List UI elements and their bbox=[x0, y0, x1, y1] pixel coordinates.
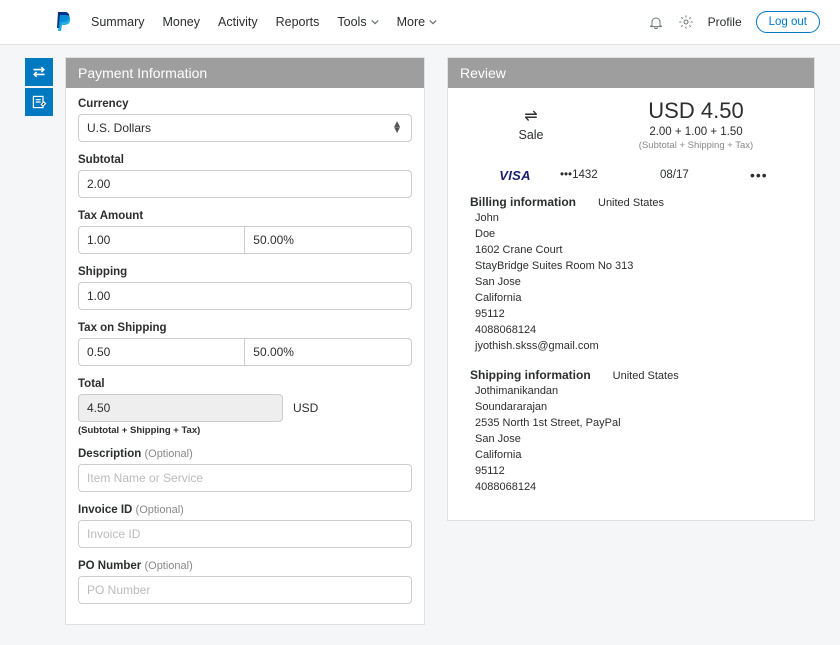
transfer-icon: ⇌ bbox=[466, 106, 596, 126]
nav-money[interactable]: Money bbox=[162, 15, 200, 29]
total-label: Total bbox=[78, 378, 412, 390]
review-title: Review bbox=[448, 58, 814, 88]
invoice-input[interactable] bbox=[78, 520, 412, 548]
logout-button[interactable]: Log out bbox=[756, 11, 820, 33]
nav-summary[interactable]: Summary bbox=[91, 15, 144, 29]
gear-icon[interactable] bbox=[678, 14, 694, 30]
po-input[interactable] bbox=[78, 576, 412, 604]
visa-logo-icon: VISA bbox=[470, 168, 560, 183]
panel-title: Payment Information bbox=[66, 58, 424, 88]
shipping-line: 95112 bbox=[470, 464, 792, 480]
nav-right: Profile Log out bbox=[648, 11, 820, 33]
billing-line: jyothish.skss@gmail.com bbox=[470, 339, 792, 355]
shipping-line: Soundararajan bbox=[470, 400, 792, 416]
review-panel: Review ⇌ Sale USD 4.50 2.00 + 1.00 + 1.5… bbox=[447, 57, 815, 521]
side-tool-transfer[interactable] bbox=[25, 58, 53, 86]
po-label: PO Number (Optional) bbox=[78, 560, 412, 572]
billing-line: StayBridge Suites Room No 313 bbox=[470, 259, 792, 275]
billing-country: United States bbox=[598, 197, 664, 209]
ship-tax-label: Tax on Shipping bbox=[78, 322, 412, 334]
nav-links: Summary Money Activity Reports Tools Mor… bbox=[91, 15, 437, 29]
billing-info: Billing information United States John D… bbox=[448, 193, 814, 358]
card-expiry: 08/17 bbox=[660, 169, 750, 181]
shipping-line: 2535 North 1st Street, PayPal bbox=[470, 416, 792, 432]
total-note: (Subtotal + Shipping + Tax) bbox=[78, 425, 412, 436]
shipping-country: United States bbox=[613, 370, 679, 382]
description-input[interactable] bbox=[78, 464, 412, 492]
subtotal-input[interactable] bbox=[78, 170, 412, 198]
chevron-down-icon bbox=[429, 18, 437, 26]
nav-activity[interactable]: Activity bbox=[218, 15, 258, 29]
billing-line: San Jose bbox=[470, 275, 792, 291]
shipping-input[interactable] bbox=[78, 282, 412, 310]
review-total: USD 4.50 bbox=[596, 98, 796, 124]
invoice-label: Invoice ID (Optional) bbox=[78, 504, 412, 516]
nav-reports[interactable]: Reports bbox=[276, 15, 320, 29]
shipping-info-title: Shipping information bbox=[470, 368, 591, 382]
subtotal-label: Subtotal bbox=[78, 154, 412, 166]
total-currency: USD bbox=[293, 401, 318, 415]
tax-percent-input[interactable] bbox=[245, 226, 412, 254]
nav-more[interactable]: More bbox=[397, 15, 437, 29]
card-last4: •••1432 bbox=[560, 169, 660, 181]
review-breakdown: 2.00 + 1.00 + 1.50 bbox=[596, 126, 796, 138]
tax-amount-input[interactable] bbox=[78, 226, 245, 254]
billing-line: 4088068124 bbox=[470, 323, 792, 339]
billing-line: 1602 Crane Court bbox=[470, 243, 792, 259]
review-breakdown-note: (Subtotal + Shipping + Tax) bbox=[596, 140, 796, 151]
payment-info-panel: Payment Information Currency U.S. Dollar… bbox=[65, 57, 425, 625]
card-row: VISA •••1432 08/17 ••• bbox=[448, 165, 814, 193]
billing-line: 95112 bbox=[470, 307, 792, 323]
nav-tools[interactable]: Tools bbox=[337, 15, 378, 29]
card-menu-icon[interactable]: ••• bbox=[750, 167, 790, 183]
side-tools bbox=[25, 58, 53, 118]
side-tool-form[interactable] bbox=[25, 88, 53, 116]
currency-label: Currency bbox=[78, 98, 412, 110]
currency-select[interactable]: U.S. Dollars bbox=[78, 114, 412, 142]
shipping-line: 4088068124 bbox=[470, 480, 792, 496]
shipping-line: San Jose bbox=[470, 432, 792, 448]
ship-tax-percent-input[interactable] bbox=[245, 338, 412, 366]
top-nav: Summary Money Activity Reports Tools Mor… bbox=[0, 0, 840, 45]
shipping-line: California bbox=[470, 448, 792, 464]
chevron-down-icon bbox=[371, 18, 379, 26]
ship-tax-amount-input[interactable] bbox=[78, 338, 245, 366]
sale-label: Sale bbox=[466, 128, 596, 142]
desc-label: Description (Optional) bbox=[78, 448, 412, 460]
shipping-info: Shipping information United States Jothi… bbox=[448, 366, 814, 500]
billing-info-title: Billing information bbox=[470, 195, 576, 209]
billing-line: California bbox=[470, 291, 792, 307]
select-caret-icon: ▲▼ bbox=[392, 122, 402, 134]
paypal-logo-icon bbox=[55, 12, 71, 32]
nav-profile[interactable]: Profile bbox=[708, 15, 742, 29]
shipping-line: Jothimanikandan bbox=[470, 384, 792, 400]
total-input bbox=[78, 394, 283, 422]
bell-icon[interactable] bbox=[648, 14, 664, 30]
shipping-label: Shipping bbox=[78, 266, 412, 278]
billing-line: Doe bbox=[470, 227, 792, 243]
tax-label: Tax Amount bbox=[78, 210, 412, 222]
billing-line: John bbox=[470, 211, 792, 227]
